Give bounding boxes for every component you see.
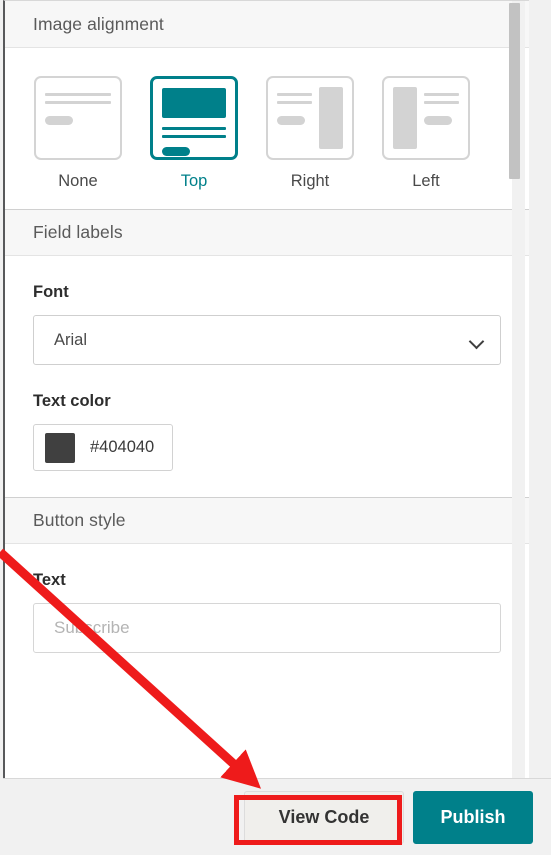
alignment-preview-none xyxy=(34,76,122,160)
preview-text-line xyxy=(162,135,226,138)
preview-image-block xyxy=(319,87,343,149)
preview-button-pill xyxy=(424,116,452,125)
preview-button-pill xyxy=(45,116,73,125)
alignment-label-none: None xyxy=(58,172,98,190)
button-text-field-label: Text xyxy=(33,571,66,589)
section-title: Field labels xyxy=(33,222,123,242)
panel-scrollbar-thumb[interactable] xyxy=(509,3,520,179)
font-select[interactable]: Arial xyxy=(33,315,501,365)
alignment-option-right[interactable]: Right xyxy=(265,76,355,191)
section-header-button-style: Button style xyxy=(5,497,529,544)
panel-scrollbar-track[interactable] xyxy=(509,1,525,778)
preview-right-icon xyxy=(277,87,343,149)
alignment-option-top[interactable]: Top xyxy=(149,76,239,191)
section-body-button-style: Text Subscribe xyxy=(5,571,529,653)
preview-text-line xyxy=(277,101,312,104)
section-body-image-alignment: None Top Right Left xyxy=(5,48,529,209)
preview-top-icon xyxy=(162,88,226,156)
preview-text-line xyxy=(162,127,226,130)
settings-panel-screen: Image alignment None Top Right Left Fiel… xyxy=(0,0,551,855)
alignment-label-left: Left xyxy=(412,172,440,190)
preview-text-column xyxy=(277,87,312,125)
text-color-field-label: Text color xyxy=(33,392,111,410)
preview-text-line xyxy=(424,101,459,104)
alignment-preview-left xyxy=(382,76,470,160)
section-body-field-labels: Font Arial Text color #404040 xyxy=(5,283,529,497)
section-header-image-alignment: Image alignment xyxy=(5,1,529,48)
button-text-placeholder: Subscribe xyxy=(54,618,130,637)
alignment-option-none[interactable]: None xyxy=(33,76,123,191)
preview-button-pill xyxy=(277,116,305,125)
preview-left-icon xyxy=(393,87,459,149)
publish-button[interactable]: Publish xyxy=(413,790,533,844)
preview-text-line xyxy=(424,93,459,96)
alignment-preview-right xyxy=(266,76,354,160)
preview-image-block xyxy=(393,87,417,149)
image-alignment-options: None Top Right Left xyxy=(33,48,501,193)
font-field-label: Font xyxy=(33,283,69,301)
alignment-option-left[interactable]: Left xyxy=(381,76,471,191)
text-color-picker[interactable]: #404040 xyxy=(33,424,174,471)
alignment-label-right: Right xyxy=(290,172,330,190)
chevron-down-icon xyxy=(470,336,484,345)
preview-button-pill xyxy=(162,147,190,156)
button-text-input[interactable]: Subscribe xyxy=(33,603,501,653)
color-swatch xyxy=(45,432,75,463)
preview-image-block xyxy=(162,88,226,118)
preview-none-icon xyxy=(45,87,111,149)
section-title: Button style xyxy=(33,510,126,530)
section-title: Image alignment xyxy=(33,13,164,34)
text-color-value: #404040 xyxy=(90,438,155,456)
annotation-highlight-box xyxy=(234,795,402,845)
font-select-value: Arial xyxy=(54,330,88,349)
section-header-field-labels: Field labels xyxy=(5,209,529,256)
preview-text-line xyxy=(45,101,111,104)
preview-text-line xyxy=(45,93,111,96)
preview-text-column xyxy=(424,87,459,125)
preview-text-line xyxy=(277,93,312,96)
alignment-label-top: Top xyxy=(180,172,208,190)
settings-panel: Image alignment None Top Right Left Fiel… xyxy=(3,0,529,778)
alignment-preview-top xyxy=(150,76,238,160)
